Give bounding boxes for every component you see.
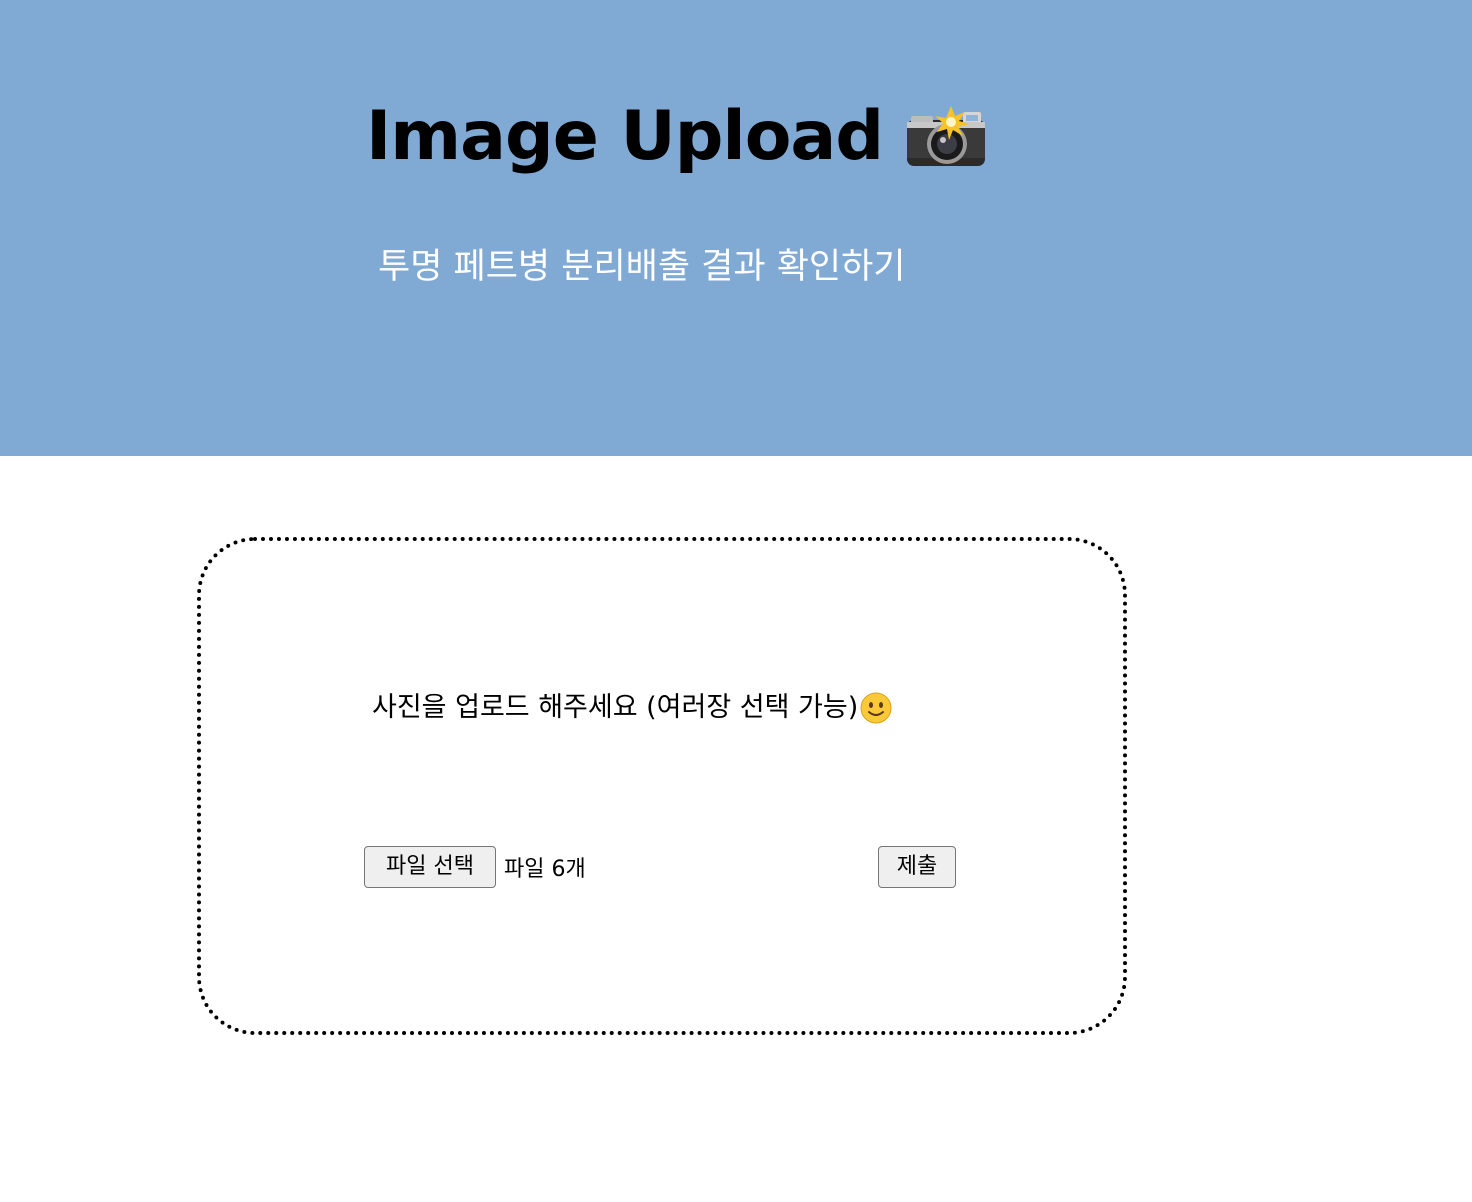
slightly-smiling-face-icon: [860, 692, 892, 724]
submit-button[interactable]: 제출: [878, 846, 956, 888]
camera-with-flash-icon: [905, 106, 987, 168]
page-subtitle: 투명 페트병 분리배출 결과 확인하기: [378, 247, 906, 287]
upload-dropzone: [197, 537, 1127, 1035]
upload-prompt-text: 사진을 업로드 해주세요 (여러장 선택 가능): [372, 692, 859, 723]
header-banner: Image Upload 투명 페트병 분리배출 결과 확인하기: [0, 0, 1472, 456]
page-title: Image Upload: [366, 97, 884, 176]
upload-prompt: 사진을 업로드 해주세요 (여러장 선택 가능): [372, 688, 892, 728]
file-count-label: 파일 6개: [504, 857, 586, 882]
choose-file-button[interactable]: 파일 선택: [364, 846, 496, 888]
file-input: 파일 선택 파일 6개: [364, 846, 586, 888]
title-row: Image Upload: [366, 92, 987, 182]
